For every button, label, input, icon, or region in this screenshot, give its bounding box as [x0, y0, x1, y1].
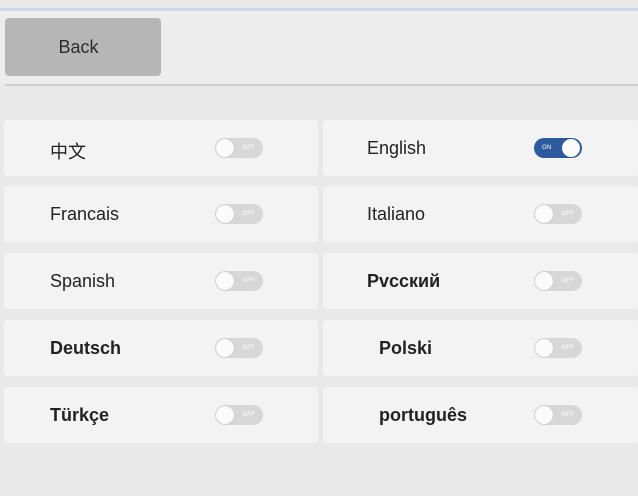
toggle-knob	[535, 272, 553, 290]
toggle-state-label: OFF	[561, 211, 574, 217]
language-option-turkce[interactable]: Türkçe OFF	[4, 387, 318, 443]
language-label-turkce: Türkçe	[50, 405, 110, 425]
language-option-francais[interactable]: Francais OFF	[4, 186, 318, 242]
language-option-polski[interactable]: Polski OFF	[323, 320, 638, 376]
toggle-state-label: OFF	[561, 278, 574, 284]
toggle-knob	[216, 205, 234, 223]
language-label-italiano: Italiano	[367, 204, 426, 224]
language-label-deutsch: Deutsch	[50, 338, 122, 358]
toggle-knob	[535, 205, 553, 223]
language-toggle-turkce[interactable]: OFF	[215, 405, 263, 425]
toggle-state-label: OFF	[561, 412, 574, 418]
toggle-state-label: OFF	[242, 278, 255, 284]
language-label-portugues: português	[379, 405, 467, 425]
language-settings-screen: Back 中文 OFF English ON Francais OFF Ital…	[0, 0, 638, 496]
toggle-knob	[216, 339, 234, 357]
language-toggle-spanish[interactable]: OFF	[215, 271, 263, 291]
toggle-state-label: OFF	[561, 345, 574, 351]
language-label-francais: Francais	[50, 204, 120, 224]
language-label-russian: Pvсский	[367, 271, 441, 291]
language-toggle-portugues[interactable]: OFF	[534, 405, 582, 425]
language-toggle-polski[interactable]: OFF	[534, 338, 582, 358]
toggle-knob	[535, 406, 553, 424]
toggle-state-label: OFF	[242, 412, 255, 418]
language-option-italiano[interactable]: Italiano OFF	[323, 186, 638, 242]
toggle-knob	[535, 339, 553, 357]
language-toggle-english[interactable]: ON	[534, 138, 582, 158]
header-divider	[5, 84, 638, 86]
toggle-knob	[216, 139, 234, 157]
language-label-english: English	[367, 138, 427, 158]
back-button[interactable]: Back	[5, 18, 161, 76]
language-toggle-russian[interactable]: OFF	[534, 271, 582, 291]
toggle-state-label: OFF	[242, 211, 255, 217]
toggle-knob	[216, 272, 234, 290]
language-label-polski: Polski	[379, 338, 433, 358]
language-toggle-francais[interactable]: OFF	[215, 204, 263, 224]
toggle-state-label: OFF	[242, 145, 255, 151]
toggle-knob	[216, 406, 234, 424]
language-option-english[interactable]: English ON	[323, 120, 638, 176]
language-label-spanish: Spanish	[50, 271, 116, 291]
language-toggle-chinese[interactable]: OFF	[215, 138, 263, 158]
toggle-state-label: OFF	[242, 345, 255, 351]
language-option-chinese[interactable]: 中文 OFF	[4, 120, 318, 176]
language-toggle-deutsch[interactable]: OFF	[215, 338, 263, 358]
language-option-deutsch[interactable]: Deutsch OFF	[4, 320, 318, 376]
language-label-chinese: 中文	[50, 142, 86, 162]
language-option-portugues[interactable]: português OFF	[323, 387, 638, 443]
toggle-state-label: ON	[542, 145, 552, 151]
language-toggle-italiano[interactable]: OFF	[534, 204, 582, 224]
language-option-spanish[interactable]: Spanish OFF	[4, 253, 318, 309]
language-option-russian[interactable]: Pvсский OFF	[323, 253, 638, 309]
toggle-knob	[562, 139, 580, 157]
